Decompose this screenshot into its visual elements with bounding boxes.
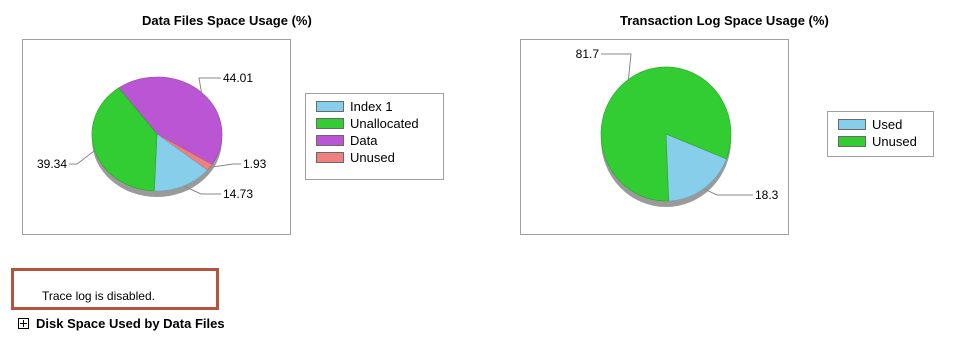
pie-leader-line — [69, 150, 96, 165]
legend-item-unused: Unused — [316, 149, 443, 166]
legend-item-unused: Unused — [838, 133, 933, 150]
trace-status-box: Trace log is disabled. — [11, 268, 219, 310]
disk-space-section-header[interactable]: Disk Space Used by Data Files — [36, 316, 225, 331]
data-files-plot-area: 44.01 1.93 14.73 39.34 — [22, 39, 291, 235]
legend-item-data: Data — [316, 132, 443, 149]
legend-swatch-unallocated — [316, 118, 344, 129]
legend-label: Unused — [872, 134, 917, 149]
expand-plus-icon[interactable] — [18, 318, 29, 329]
pie-leader-line — [601, 53, 632, 80]
legend-swatch-index-1 — [316, 101, 344, 112]
pie-data-label: 18.3 — [755, 188, 779, 202]
legend-swatch-unused — [838, 136, 866, 147]
data-files-pie-chart: 44.01 1.93 14.73 39.34 — [37, 71, 267, 201]
pie-leader-line — [198, 77, 221, 93]
legend-swatch-unused — [316, 152, 344, 163]
legend-label: Unallocated — [350, 116, 419, 131]
transaction-log-legend: Used Unused — [827, 111, 934, 157]
pie-data-label: 44.01 — [223, 71, 253, 85]
legend-swatch-data — [316, 135, 344, 146]
pie-data-label: 39.34 — [37, 157, 67, 171]
transaction-log-pie-chart: 18.3 81.7 — [576, 47, 779, 207]
legend-item-index-1: Index 1 — [316, 98, 443, 115]
legend-label: Unused — [350, 150, 395, 165]
pie-data-label: 81.7 — [576, 47, 600, 61]
transaction-log-plot-area: 18.3 81.7 — [520, 39, 789, 235]
data-files-chart-title: Data Files Space Usage (%) — [142, 13, 312, 28]
legend-item-unallocated: Unallocated — [316, 115, 443, 132]
legend-label: Data — [350, 133, 378, 148]
legend-label: Index 1 — [350, 99, 393, 114]
pie-data-label: 14.73 — [223, 187, 253, 201]
transaction-log-chart-title: Transaction Log Space Usage (%) — [620, 13, 829, 28]
legend-item-used: Used — [838, 116, 933, 133]
trace-status-text: Trace log is disabled. — [42, 289, 155, 303]
legend-label: Used — [872, 117, 903, 132]
pie-leader-line — [703, 188, 753, 196]
legend-swatch-used — [838, 119, 866, 130]
disk-space-section-toggle[interactable]: Disk Space Used by Data Files — [18, 316, 225, 331]
pie-data-label: 1.93 — [243, 157, 267, 171]
data-files-legend: Index 1 Unallocated Data Unused — [305, 93, 444, 180]
